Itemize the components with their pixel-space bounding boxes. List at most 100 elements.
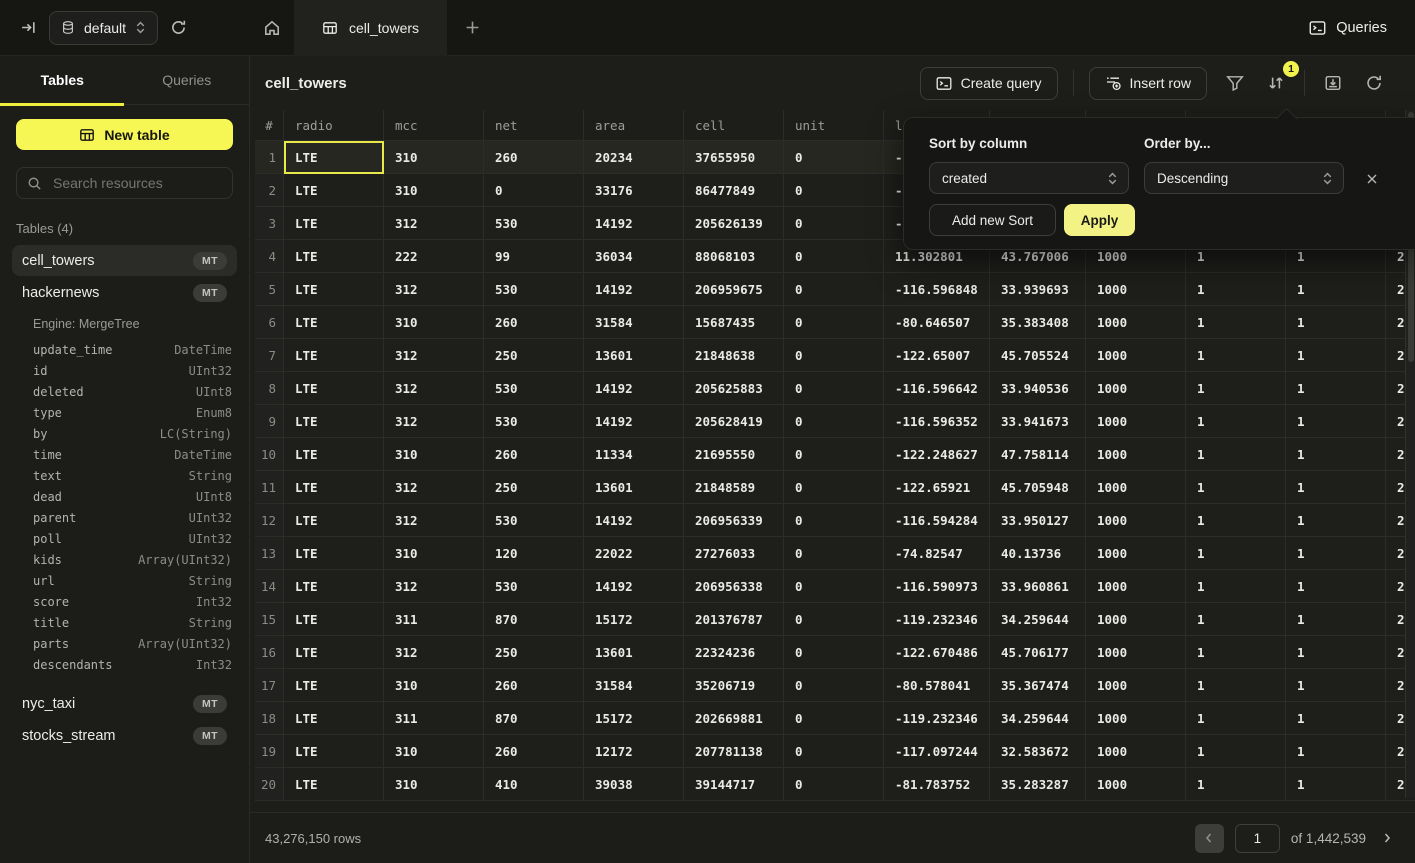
row-number[interactable]: 15 bbox=[255, 603, 284, 636]
table-cell[interactable]: -80.578041 bbox=[884, 669, 990, 702]
table-cell[interactable]: 0 bbox=[784, 174, 884, 207]
search-input[interactable] bbox=[51, 174, 225, 192]
refresh-databases-icon[interactable] bbox=[170, 19, 187, 36]
table-cell[interactable]: 1000 bbox=[1086, 306, 1186, 339]
table-cell[interactable]: 88068103 bbox=[684, 240, 784, 273]
table-cell[interactable]: 1 bbox=[1186, 735, 1286, 768]
table-cell[interactable]: 47.758114 bbox=[990, 438, 1086, 471]
table-cell[interactable]: 33.941673 bbox=[990, 405, 1086, 438]
table-cell[interactable]: 1 bbox=[1186, 471, 1286, 504]
table-cell[interactable]: 12172 bbox=[584, 735, 684, 768]
row-number[interactable]: 7 bbox=[255, 339, 284, 372]
next-page-button[interactable] bbox=[1377, 828, 1397, 848]
table-cell[interactable]: 530 bbox=[484, 372, 584, 405]
table-cell[interactable]: 0 bbox=[784, 141, 884, 174]
table-cell[interactable]: 22022 bbox=[584, 537, 684, 570]
column-header-unit[interactable]: unit bbox=[784, 110, 884, 141]
table-cell[interactable]: 0 bbox=[784, 273, 884, 306]
table-cell[interactable]: 1000 bbox=[1086, 669, 1186, 702]
table-cell[interactable]: 0 bbox=[784, 438, 884, 471]
table-cell[interactable]: 99 bbox=[484, 240, 584, 273]
table-cell[interactable]: 39144717 bbox=[684, 768, 784, 801]
table-cell[interactable]: 0 bbox=[784, 735, 884, 768]
table-cell[interactable]: 1000 bbox=[1086, 504, 1186, 537]
table-cell[interactable]: 0 bbox=[784, 504, 884, 537]
table-cell[interactable]: 410 bbox=[484, 768, 584, 801]
table-cell[interactable]: 35206719 bbox=[684, 669, 784, 702]
table-cell[interactable]: 1000 bbox=[1086, 603, 1186, 636]
table-cell[interactable]: 1000 bbox=[1086, 768, 1186, 801]
table-cell[interactable]: -122.65921 bbox=[884, 471, 990, 504]
table-cell[interactable]: 27276033 bbox=[684, 537, 784, 570]
row-number[interactable]: 11 bbox=[255, 471, 284, 504]
table-cell[interactable]: 250 bbox=[484, 471, 584, 504]
table-cell[interactable]: 14192 bbox=[584, 504, 684, 537]
table-cell[interactable]: 1 bbox=[1286, 306, 1386, 339]
table-cell[interactable]: 310 bbox=[384, 669, 484, 702]
table-cell[interactable]: 14192 bbox=[584, 405, 684, 438]
table-cell[interactable]: 311 bbox=[384, 603, 484, 636]
table-cell[interactable]: 33.960861 bbox=[990, 570, 1086, 603]
sort-icon[interactable]: 1 bbox=[1263, 70, 1289, 96]
table-cell[interactable]: 22324236 bbox=[684, 636, 784, 669]
table-cell[interactable]: 31584 bbox=[584, 306, 684, 339]
table-cell[interactable]: 530 bbox=[484, 273, 584, 306]
row-number[interactable]: 17 bbox=[255, 669, 284, 702]
row-number[interactable]: 16 bbox=[255, 636, 284, 669]
row-number[interactable]: 9 bbox=[255, 405, 284, 438]
table-cell[interactable]: 1000 bbox=[1086, 570, 1186, 603]
table-cell[interactable]: 312 bbox=[384, 339, 484, 372]
table-cell[interactable]: 0 bbox=[784, 669, 884, 702]
table-cell[interactable]: 201376787 bbox=[684, 603, 784, 636]
sort-order-select[interactable]: Descending bbox=[1144, 162, 1344, 194]
table-cell[interactable]: 0 bbox=[784, 570, 884, 603]
table-cell[interactable]: 1 bbox=[1286, 735, 1386, 768]
table-cell[interactable]: 1 bbox=[1286, 504, 1386, 537]
sidebar-tab-tables[interactable]: Tables bbox=[0, 56, 125, 104]
table-cell[interactable]: 1 bbox=[1286, 339, 1386, 372]
table-cell[interactable]: 260 bbox=[484, 438, 584, 471]
apply-sort-button[interactable]: Apply bbox=[1064, 204, 1135, 236]
table-cell[interactable]: 0 bbox=[784, 339, 884, 372]
table-cell[interactable]: 32.583672 bbox=[990, 735, 1086, 768]
table-cell[interactable]: 312 bbox=[384, 471, 484, 504]
table-cell[interactable]: 1 bbox=[1286, 702, 1386, 735]
table-cell[interactable]: 39038 bbox=[584, 768, 684, 801]
table-cell[interactable]: LTE bbox=[284, 768, 384, 801]
table-cell[interactable]: 33176 bbox=[584, 174, 684, 207]
table-cell[interactable]: 0 bbox=[784, 240, 884, 273]
sidebar-table-hackernews[interactable]: hackernewsMT bbox=[12, 277, 237, 308]
table-cell[interactable]: 1 bbox=[1286, 669, 1386, 702]
row-number[interactable]: 4 bbox=[255, 240, 284, 273]
row-number[interactable]: 8 bbox=[255, 372, 284, 405]
row-number[interactable]: 13 bbox=[255, 537, 284, 570]
table-cell[interactable]: 1 bbox=[1186, 372, 1286, 405]
table-cell[interactable]: 310 bbox=[384, 768, 484, 801]
table-cell[interactable]: LTE bbox=[284, 702, 384, 735]
sidebar-table-nyc_taxi[interactable]: nyc_taxiMT bbox=[12, 688, 237, 719]
create-query-button[interactable]: Create query bbox=[920, 67, 1058, 100]
collapse-sidebar-icon[interactable] bbox=[20, 19, 37, 36]
table-cell[interactable]: LTE bbox=[284, 570, 384, 603]
table-cell[interactable]: 120 bbox=[484, 537, 584, 570]
table-cell[interactable]: 206959675 bbox=[684, 273, 784, 306]
table-cell[interactable]: 1 bbox=[1286, 570, 1386, 603]
row-number[interactable]: 3 bbox=[255, 207, 284, 240]
table-cell[interactable]: -119.232346 bbox=[884, 603, 990, 636]
column-header-cell[interactable]: cell bbox=[684, 110, 784, 141]
table-cell[interactable]: 1 bbox=[1186, 339, 1286, 372]
sidebar-tab-queries[interactable]: Queries bbox=[125, 56, 250, 104]
table-cell[interactable]: 312 bbox=[384, 273, 484, 306]
table-cell[interactable]: -122.248627 bbox=[884, 438, 990, 471]
new-tab-button[interactable] bbox=[447, 0, 497, 56]
table-cell[interactable]: -81.783752 bbox=[884, 768, 990, 801]
table-cell[interactable]: 1 bbox=[1286, 603, 1386, 636]
row-number[interactable]: 12 bbox=[255, 504, 284, 537]
table-cell[interactable]: 310 bbox=[384, 537, 484, 570]
table-cell[interactable]: 202669881 bbox=[684, 702, 784, 735]
table-cell[interactable]: -116.596642 bbox=[884, 372, 990, 405]
sort-column-select[interactable]: created bbox=[929, 162, 1129, 194]
table-cell[interactable]: 0 bbox=[784, 702, 884, 735]
page-number-input[interactable] bbox=[1235, 824, 1280, 853]
table-cell[interactable]: 310 bbox=[384, 141, 484, 174]
